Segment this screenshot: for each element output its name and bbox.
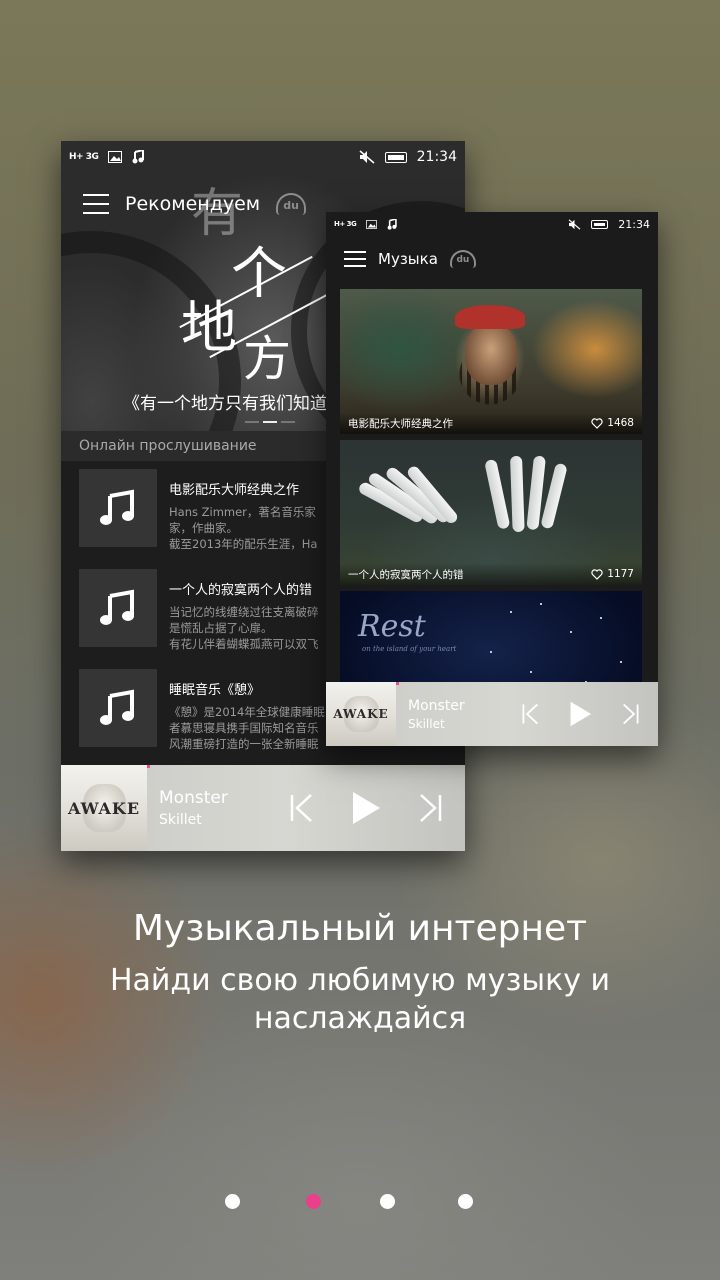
image-icon bbox=[366, 219, 378, 229]
hamburger-icon[interactable] bbox=[344, 251, 366, 267]
status-bar: H+ 3G 21:34 bbox=[61, 141, 465, 173]
mini-player[interactable]: AWAKE Monster Skillet bbox=[61, 765, 465, 851]
image-icon bbox=[108, 151, 123, 163]
prev-icon[interactable] bbox=[521, 703, 539, 725]
album-card[interactable]: 一个人的寂寞两个人的错 1177 bbox=[340, 440, 642, 585]
track-artist: Skillet bbox=[159, 812, 202, 828]
mute-icon bbox=[568, 218, 581, 230]
status-time: 21:34 bbox=[618, 217, 650, 231]
track-artist: Skillet bbox=[408, 716, 445, 731]
onboarding-pager bbox=[0, 1194, 720, 1210]
hero-caption: 《有一个地方只有我们知道》 bbox=[123, 394, 344, 414]
item-description: 《憩》是2014年全球健康睡眠 者慕思寝具携手国际知名音乐 风潮重磅打造的一张全… bbox=[169, 705, 325, 751]
play-icon[interactable] bbox=[569, 701, 592, 727]
item-title: 睡眠音乐《憩》 bbox=[169, 683, 261, 698]
page-title: Рекомендуем bbox=[125, 193, 261, 215]
prev-icon[interactable] bbox=[289, 793, 313, 823]
du-logo-icon: du bbox=[276, 193, 307, 215]
page-title: Музыка bbox=[378, 250, 438, 268]
like-count[interactable]: 1468 bbox=[591, 417, 634, 429]
music-status-icon bbox=[132, 150, 145, 164]
pager-dot-active[interactable] bbox=[306, 1194, 321, 1209]
battery-icon bbox=[384, 151, 407, 163]
card-art-subtitle: on the island of your heart bbox=[362, 645, 457, 653]
signal-icon: H+ 3G bbox=[69, 152, 99, 162]
mute-icon bbox=[359, 150, 375, 164]
onboarding-subtitle: Найди свою любимую музыку и наслаждайся bbox=[109, 963, 611, 1036]
mini-player[interactable]: AWAKE Monster Skillet bbox=[326, 682, 658, 746]
onboarding-headline: Музыкальный интернет bbox=[132, 908, 588, 949]
hero-pager bbox=[245, 421, 295, 423]
album-cover: AWAKE bbox=[61, 765, 147, 851]
heart-icon bbox=[591, 568, 603, 580]
heart-icon bbox=[591, 417, 603, 429]
front-phone-screen: H+ 3G 21:34 Музыка du 电影配乐大师经典之作 1468 一个… bbox=[326, 212, 658, 746]
pager-dot[interactable] bbox=[458, 1194, 473, 1209]
track-title: Monster bbox=[408, 697, 465, 714]
hamburger-icon[interactable] bbox=[83, 194, 109, 214]
top-app-bar: Музыка du bbox=[326, 236, 658, 282]
card-caption: 电影配乐大师经典之作 bbox=[348, 417, 453, 430]
music-note-icon bbox=[79, 569, 157, 647]
card-caption: 一个人的寂寞两个人的错 bbox=[348, 568, 464, 581]
status-bar: H+ 3G 21:34 bbox=[326, 212, 658, 236]
music-note-icon bbox=[79, 669, 157, 747]
item-description: Hans Zimmer，著名音乐家 家，作曲家。 截至2013年的配乐生涯，Ha bbox=[169, 505, 318, 551]
album-card[interactable]: 电影配乐大师经典之作 1468 bbox=[340, 289, 642, 434]
pager-dot[interactable] bbox=[225, 1194, 240, 1209]
next-icon[interactable] bbox=[419, 793, 443, 823]
pager-dot[interactable] bbox=[380, 1194, 395, 1209]
next-icon[interactable] bbox=[622, 703, 640, 725]
item-description: 当记忆的线缠绕过往支离破碎 是慌乱占据了心扉。 有花儿伴着蝴蝶孤燕可以双飞 bbox=[169, 605, 319, 651]
signal-icon: H+ 3G bbox=[334, 220, 357, 228]
status-time: 21:34 bbox=[416, 149, 457, 165]
card-art-title: Rest bbox=[358, 609, 426, 644]
music-note-icon bbox=[79, 469, 157, 547]
music-status-icon bbox=[387, 218, 397, 230]
du-logo-icon: du bbox=[449, 250, 476, 268]
play-icon[interactable] bbox=[351, 791, 381, 825]
item-title: 电影配乐大师经典之作 bbox=[169, 483, 300, 498]
album-cover: AWAKE bbox=[326, 682, 396, 746]
item-title: 一个人的寂寞两个人的错 bbox=[169, 583, 313, 598]
battery-icon bbox=[591, 219, 609, 229]
track-title: Monster bbox=[159, 788, 228, 808]
like-count[interactable]: 1177 bbox=[591, 568, 634, 580]
